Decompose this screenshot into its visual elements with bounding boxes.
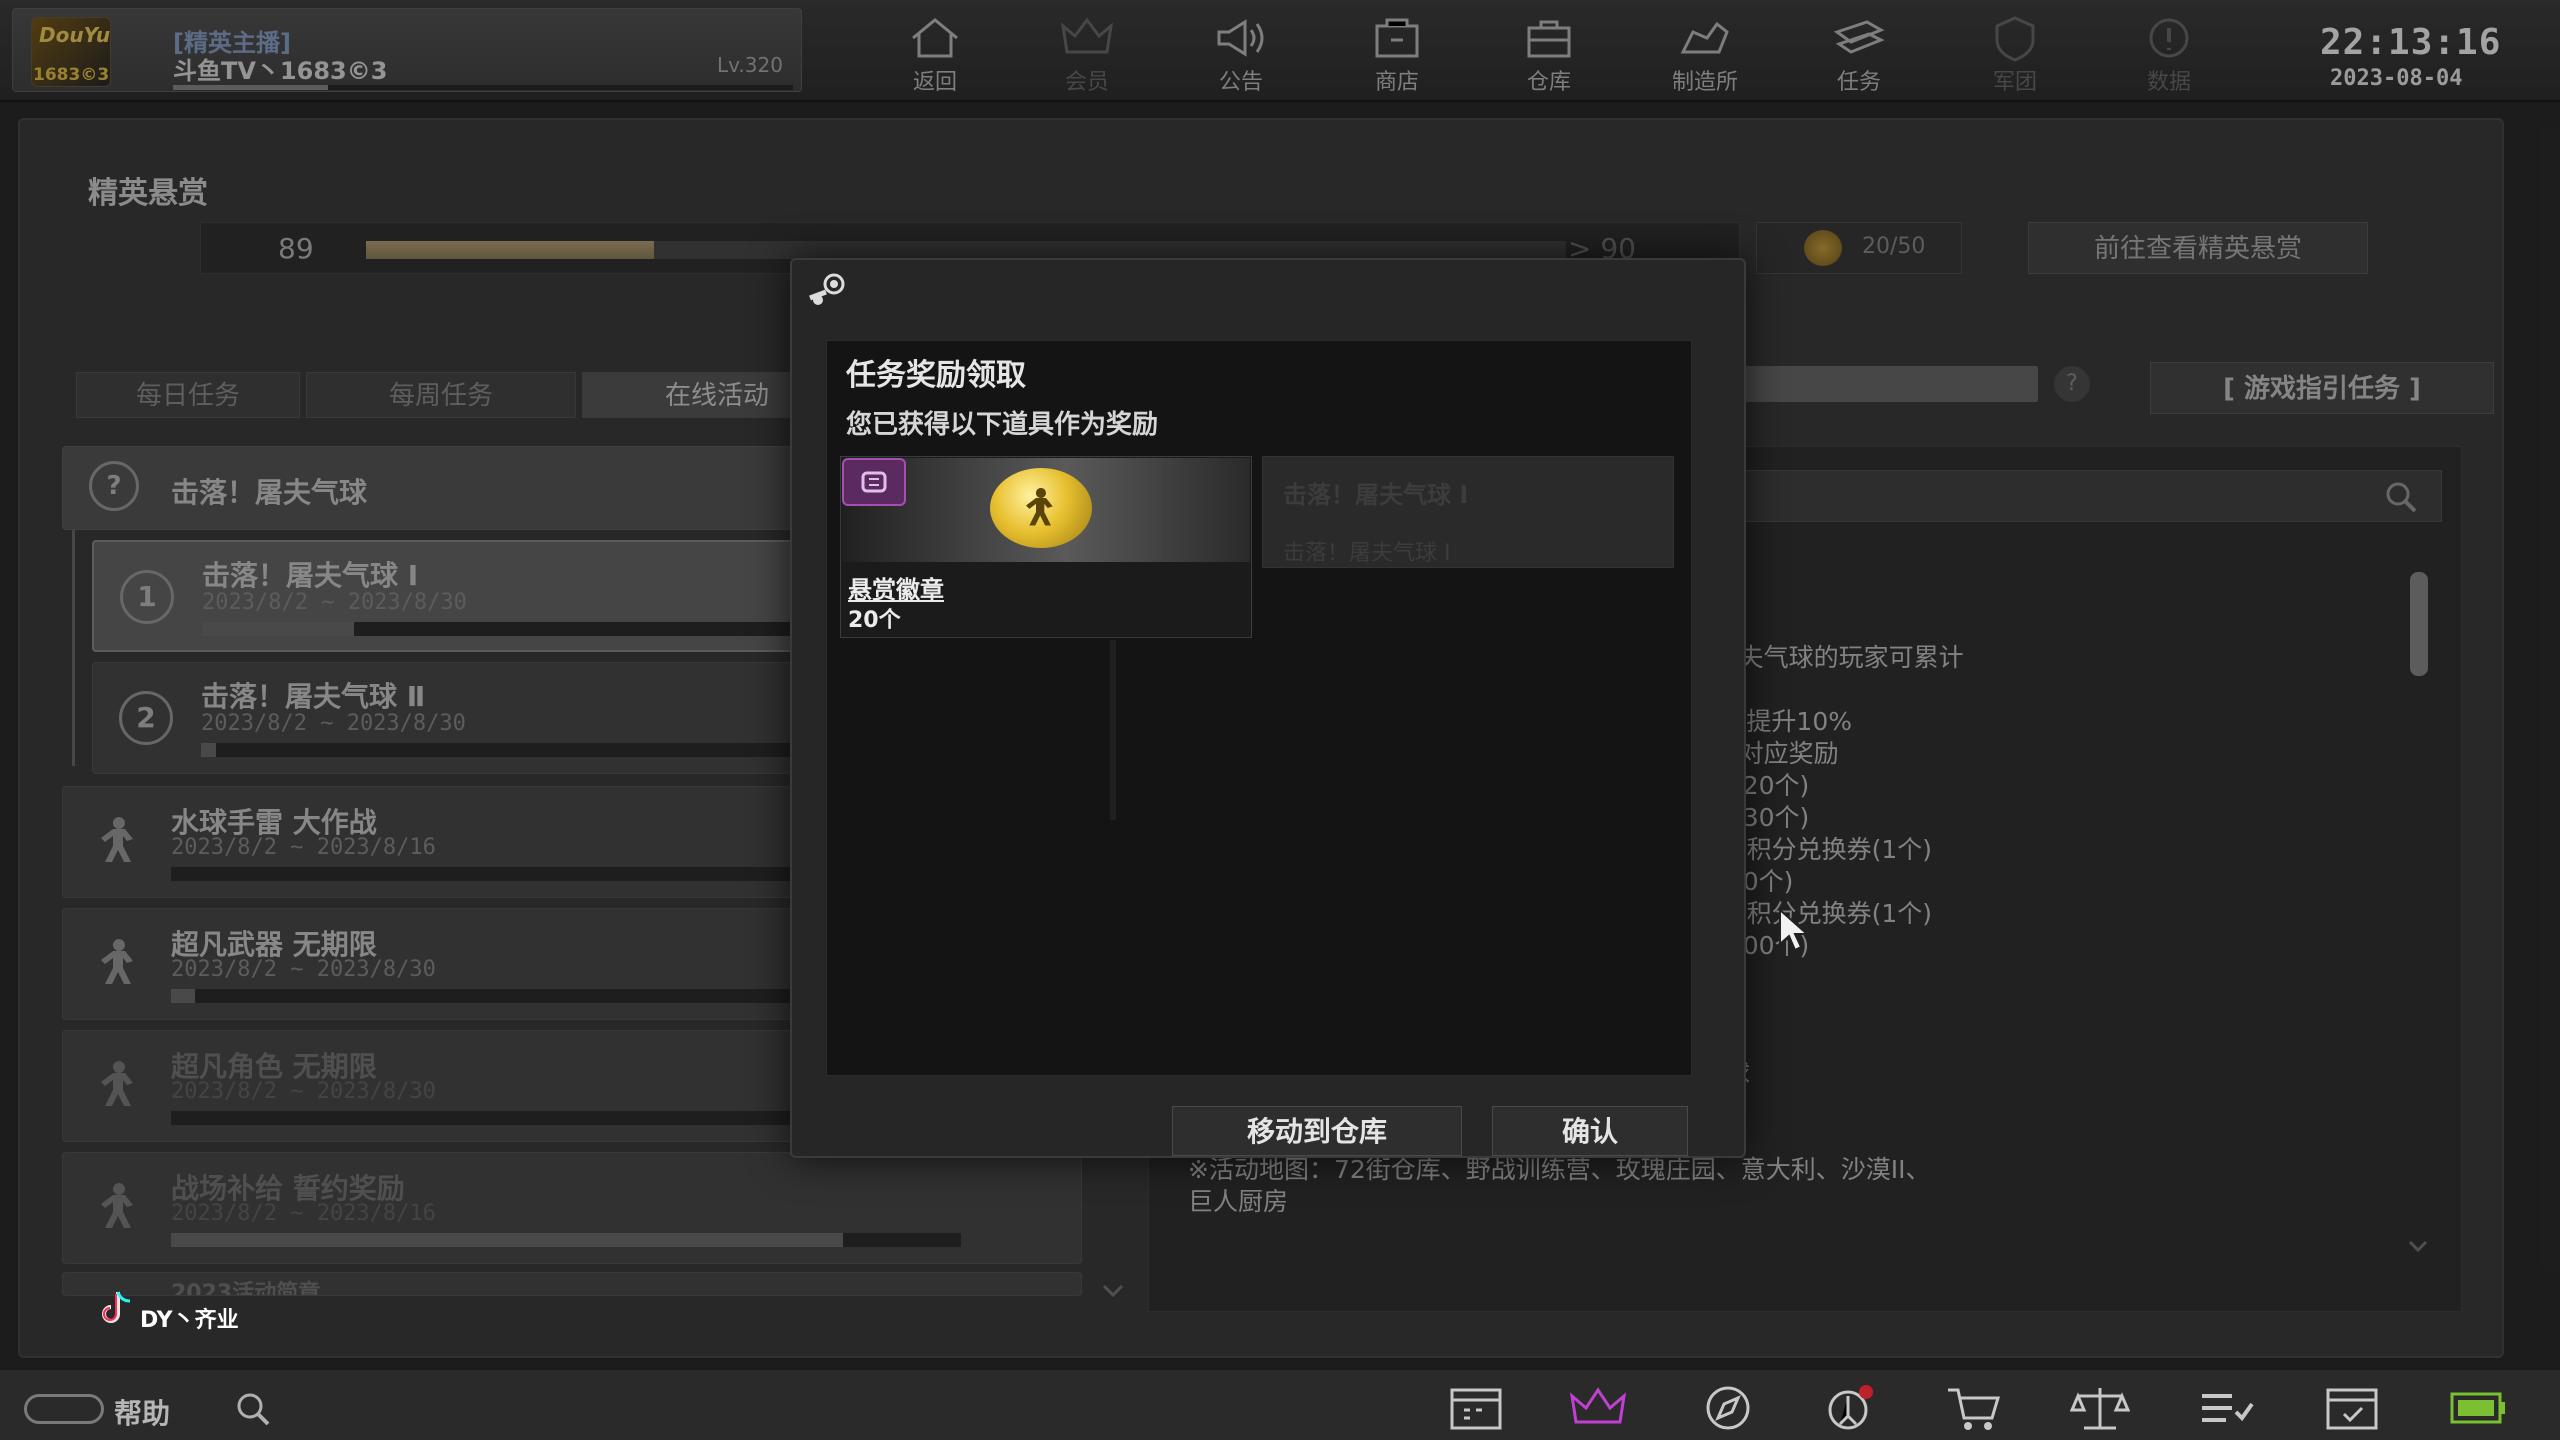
ghost-quest-card: 击落！屠夫气球 Ⅰ 击落！屠夫气球 Ⅰ: [1262, 456, 1674, 568]
steam-icon: [809, 273, 845, 305]
bounty-badge-icon: [990, 468, 1092, 548]
keyboard-icon[interactable]: [24, 1394, 104, 1424]
bounty-soldier-icon[interactable]: [1820, 1382, 1880, 1434]
mouse-cursor-icon: [1779, 908, 1808, 952]
ghost-line: 击落！屠夫气球 Ⅰ: [1283, 541, 1451, 566]
modal-subtitle: 您已获得以下道具作为奖励: [846, 410, 1159, 440]
modal-scrollbar: [1110, 640, 1116, 820]
calendar-icon[interactable]: [1446, 1382, 1506, 1434]
search-icon[interactable]: [234, 1390, 274, 1430]
task-list-icon[interactable]: [2196, 1382, 2256, 1434]
reward-name: 悬赏徽章: [848, 576, 944, 604]
reward-modal-content: [826, 340, 1692, 1076]
reward-count: 20个: [848, 608, 901, 633]
move-to-storage-button[interactable]: 移动到仓库: [1172, 1106, 1462, 1156]
compass-icon[interactable]: [1698, 1382, 1758, 1434]
tiktok-logo-icon: [102, 1291, 131, 1323]
crown-icon[interactable]: [1568, 1382, 1628, 1434]
cart-icon[interactable]: [1944, 1382, 2004, 1434]
watermark-text: DY丶齐业: [140, 1308, 239, 1333]
help-label[interactable]: 帮助: [114, 1392, 170, 1432]
confirm-button[interactable]: 确认: [1492, 1106, 1688, 1156]
item-type-icon: [842, 458, 906, 506]
modal-title: 任务奖励领取: [846, 358, 1026, 393]
battery-icon[interactable]: [2448, 1382, 2508, 1434]
bottom-bar: [0, 1370, 2560, 1440]
ghost-line: 击落！屠夫气球 Ⅰ: [1283, 481, 1469, 509]
scale-icon[interactable]: [2070, 1382, 2130, 1434]
checkin-calendar-icon[interactable]: [2322, 1382, 2382, 1434]
